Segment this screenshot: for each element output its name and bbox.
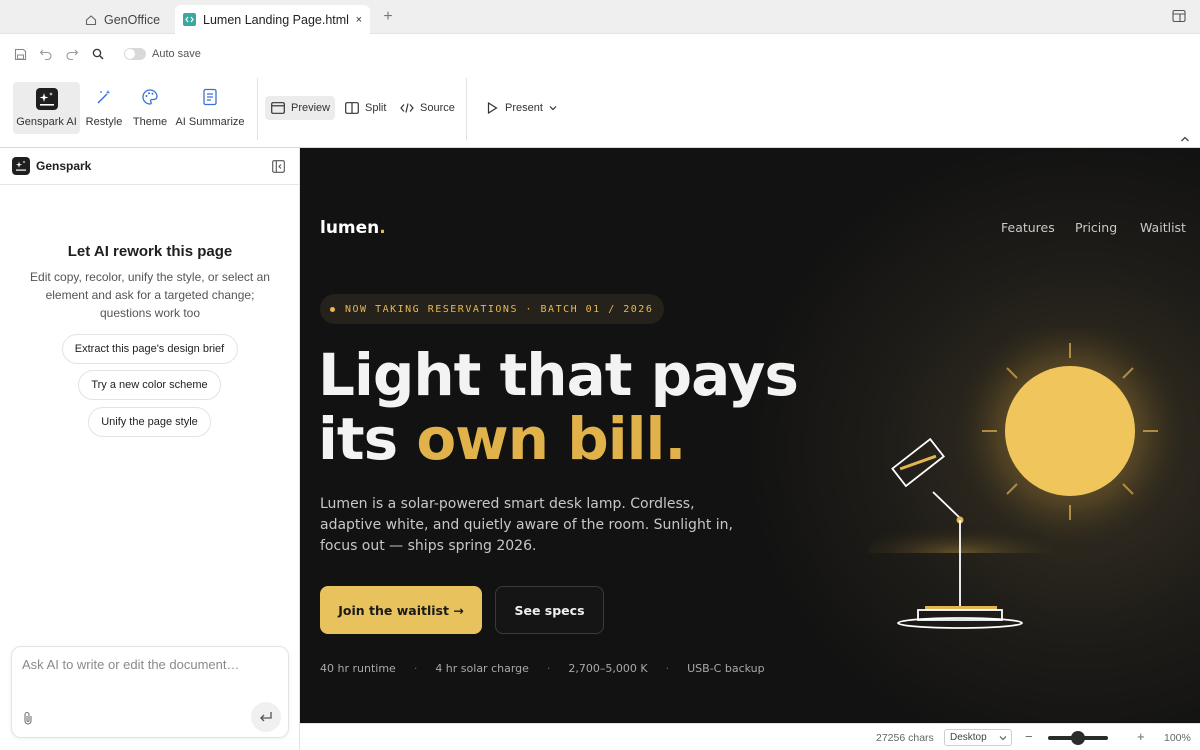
- genspark-sparkle-icon: [35, 88, 58, 113]
- suggestion-chip-unify-style[interactable]: Unify the page style: [88, 407, 211, 437]
- new-tab-button[interactable]: +: [380, 6, 396, 28]
- hero-subtext: Lumen is a solar-powered smart desk lamp…: [320, 496, 733, 554]
- stat-separator: ·: [665, 662, 670, 675]
- ai-summarize-label: AI Summarize: [175, 116, 245, 128]
- see-specs-button[interactable]: See specs: [495, 586, 604, 634]
- restyle-label: Restyle: [85, 116, 123, 128]
- device-select[interactable]: Desktop: [944, 729, 1012, 746]
- zoom-slider[interactable]: [1048, 731, 1108, 745]
- nav-link-waitlist[interactable]: Waitlist: [1140, 220, 1186, 235]
- suggestion-chip-color-scheme[interactable]: Try a new color scheme: [78, 370, 221, 400]
- nav-link-features[interactable]: Features: [1001, 220, 1055, 235]
- nav-link-pricing[interactable]: Pricing: [1075, 220, 1117, 235]
- ribbon-divider: [466, 78, 467, 140]
- stat-separator: ·: [413, 662, 418, 675]
- ribbon-divider: [257, 78, 258, 140]
- suggestion-chip-design-brief[interactable]: Extract this page's design brief: [61, 334, 238, 364]
- reservation-badge: NOW TAKING RESERVATIONS · BATCH 01 / 202…: [320, 294, 665, 324]
- device-select-value: Desktop: [950, 732, 987, 743]
- ribbon-toolbar: Genspark AI Restyle Theme AI Summarize P…: [0, 74, 1200, 148]
- magic-wand-icon: [95, 88, 113, 109]
- tab-genoffice[interactable]: GenOffice: [76, 5, 172, 34]
- zoom-slider-handle[interactable]: [1071, 731, 1085, 745]
- genspark-ai-label: Genspark AI: [16, 116, 77, 128]
- chevron-down-icon: [549, 105, 557, 111]
- send-button[interactable]: [251, 702, 281, 732]
- play-icon: [485, 101, 499, 115]
- stat-usb-backup: USB-C backup: [687, 662, 765, 675]
- split-label: Split: [365, 102, 387, 114]
- restyle-button[interactable]: Restyle: [84, 82, 124, 134]
- search-icon[interactable]: [90, 46, 106, 62]
- ai-summarize-button[interactable]: AI Summarize: [175, 82, 245, 134]
- home-icon: [84, 13, 97, 26]
- ask-ai-input[interactable]: [22, 657, 272, 672]
- status-bar: 27256 chars Desktop − + 100%: [300, 723, 1200, 750]
- palette-icon: [141, 88, 159, 109]
- zoom-level: 100%: [1164, 732, 1191, 744]
- source-label: Source: [420, 102, 455, 114]
- sidebar-heading: Let AI rework this page: [67, 243, 233, 260]
- zoom-out-button[interactable]: −: [1025, 729, 1033, 744]
- sun-disc: [1005, 366, 1135, 496]
- tab-label: GenOffice: [104, 12, 161, 27]
- paperclip-icon[interactable]: [22, 711, 36, 725]
- spec-stats: 40 hr runtime · 4 hr solar charge · 2,700–5,…: [320, 662, 765, 675]
- sidebar-description: Edit copy, recolor, unify the style, or …: [30, 270, 270, 320]
- enter-arrow-icon: [260, 712, 272, 722]
- summarize-document-icon: [201, 88, 219, 109]
- preview-view-button[interactable]: Preview: [265, 96, 335, 120]
- theme-button[interactable]: Theme: [129, 82, 171, 134]
- sidebar-title: Genspark: [36, 159, 92, 173]
- sun-lamp-illustration: [868, 328, 1195, 629]
- page-preview: lumen. Features Pricing Waitlist NOW TAK…: [300, 148, 1200, 723]
- headline-line-1: Light that pays: [318, 341, 799, 409]
- redo-icon[interactable]: [64, 46, 80, 62]
- source-view-button[interactable]: Source: [394, 96, 461, 120]
- lumen-logo[interactable]: lumen.: [320, 218, 386, 238]
- save-icon[interactable]: [12, 46, 28, 62]
- sidebar-header: Genspark: [0, 148, 299, 185]
- present-label: Present: [505, 102, 543, 114]
- present-button[interactable]: Present: [479, 96, 563, 120]
- stat-separator: ·: [546, 662, 551, 675]
- undo-icon[interactable]: [38, 46, 54, 62]
- autosave-label: Auto save: [152, 48, 201, 60]
- preview-window-icon: [271, 101, 285, 115]
- collapse-ribbon-icon[interactable]: [1180, 130, 1192, 142]
- chevron-down-icon: [999, 733, 1007, 744]
- headline-line-2: its own bill.: [318, 405, 686, 473]
- stat-solar-charge: 4 hr solar charge: [435, 662, 529, 675]
- code-file-icon: [183, 13, 196, 26]
- code-brackets-icon: [400, 101, 414, 115]
- split-view-icon: [345, 101, 359, 115]
- tab-label: Lumen Landing Page.html: [203, 12, 349, 27]
- genspark-logo-icon: [12, 157, 30, 175]
- zoom-in-button[interactable]: +: [1137, 729, 1145, 744]
- preview-label: Preview: [291, 102, 331, 114]
- tab-lumen-landing-page[interactable]: Lumen Landing Page.html ×: [175, 5, 370, 34]
- split-view-button[interactable]: Split: [339, 96, 392, 120]
- hero-headline: Light that pays its own bill.: [318, 341, 799, 473]
- genspark-sidebar: Genspark Let AI rework this page Edit co…: [0, 148, 300, 750]
- collapse-sidebar-icon[interactable]: [272, 160, 285, 173]
- genspark-ai-button[interactable]: Genspark AI: [13, 82, 80, 134]
- ask-ai-composer: [11, 646, 289, 738]
- stat-color-temp: 2,700–5,000 K: [568, 662, 648, 675]
- autosave-toggle[interactable]: [124, 48, 146, 60]
- theme-label: Theme: [132, 116, 168, 128]
- join-waitlist-button[interactable]: Join the waitlist →: [320, 586, 482, 634]
- stat-runtime: 40 hr runtime: [320, 662, 396, 675]
- window-layout-icon[interactable]: [1172, 9, 1188, 25]
- character-count: 27256 chars: [876, 732, 934, 744]
- close-tab-button[interactable]: ×: [356, 14, 362, 26]
- quick-access-bar: Auto save: [0, 34, 1200, 74]
- tab-bar: GenOffice Lumen Landing Page.html × +: [0, 0, 1200, 34]
